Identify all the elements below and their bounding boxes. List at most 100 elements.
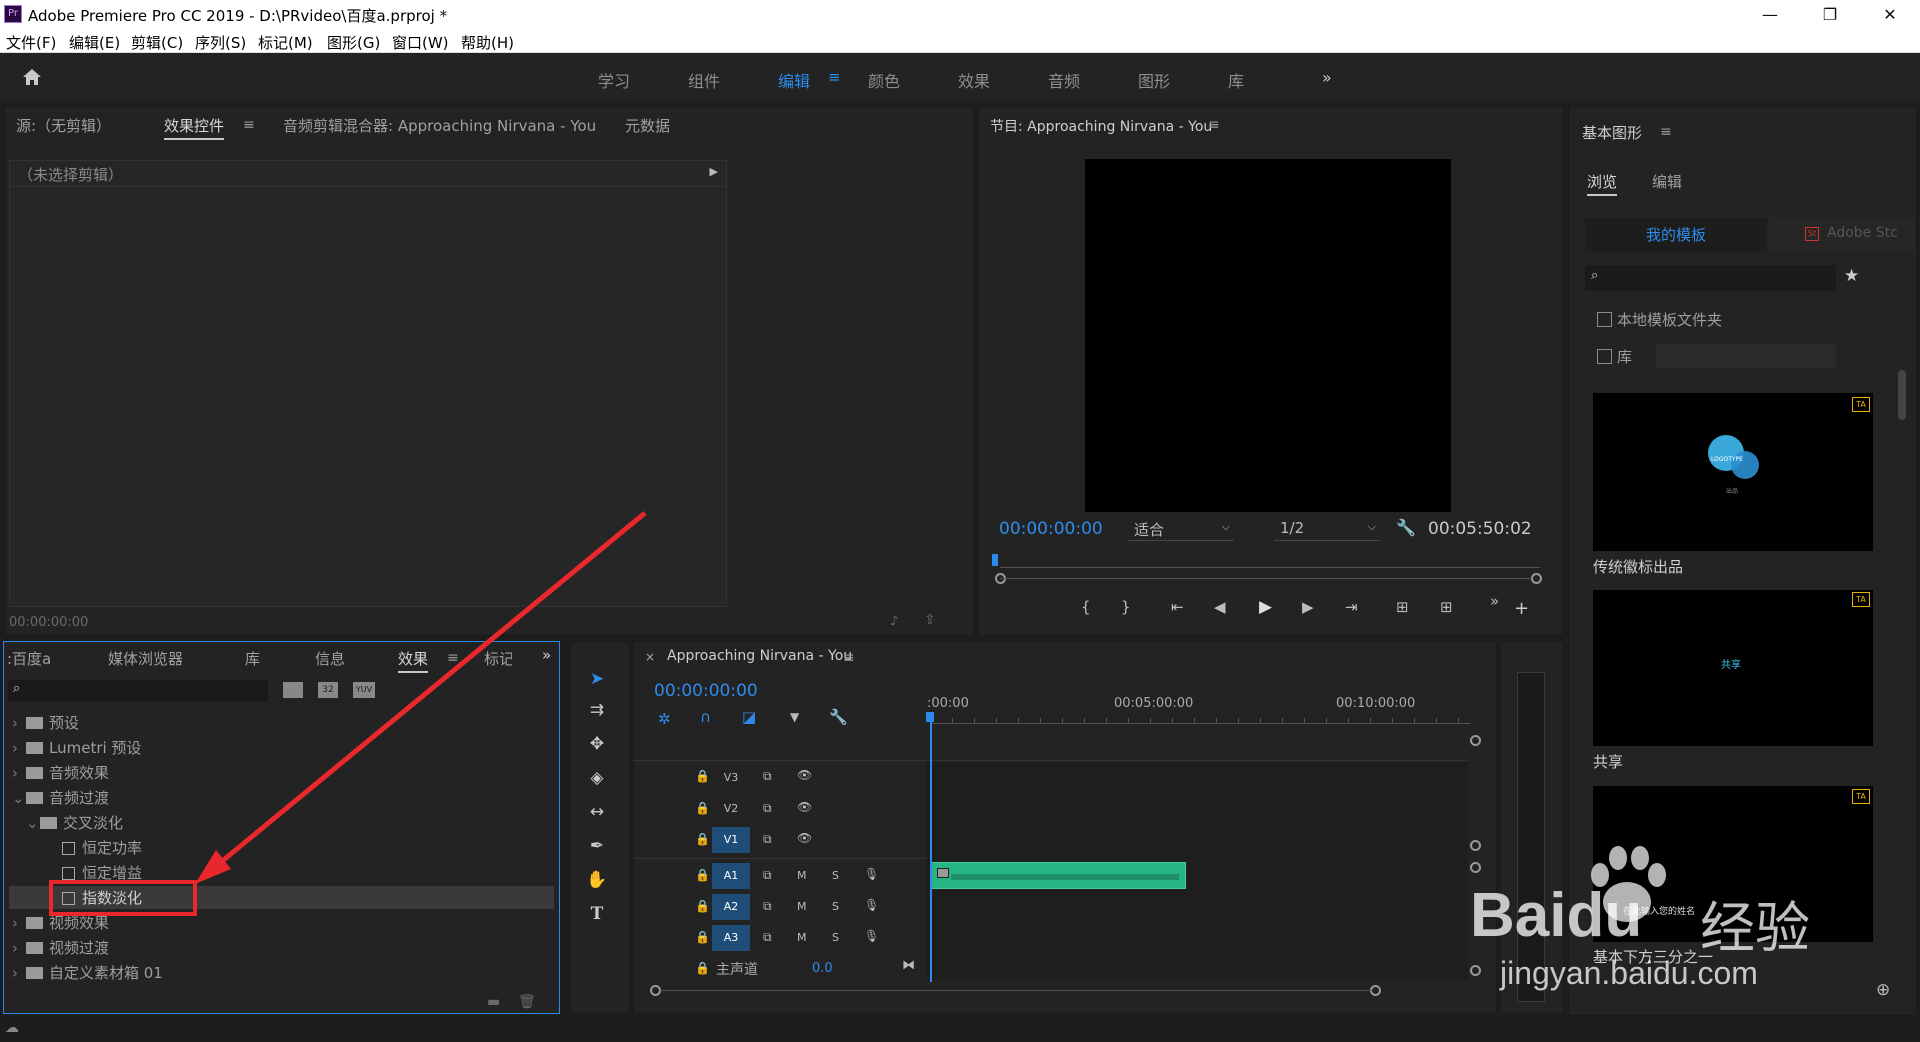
close-tab-icon[interactable]: × [645, 650, 655, 664]
program-menu-icon[interactable]: ≡ [1208, 117, 1220, 133]
extract-icon[interactable]: ⊞ [1440, 598, 1453, 616]
program-title[interactable]: 节目: Approaching Nirvana - You [990, 116, 1212, 138]
effects-search-input[interactable]: ⌕ [8, 680, 268, 702]
effects-folder-custom-bin[interactable]: › 自定义素材箱 01 [12, 962, 163, 984]
essential-graphics-menu-icon[interactable]: ≡ [1660, 124, 1672, 140]
template-thumb-share[interactable]: 共享 [1593, 590, 1873, 746]
tab-info[interactable]: 信息 [315, 648, 345, 669]
workspace-libraries[interactable]: 库 [1228, 68, 1244, 92]
step-forward-icon[interactable]: ▶ [1302, 598, 1314, 616]
workspace-audio[interactable]: 音频 [1048, 68, 1080, 92]
lift-icon[interactable]: ⊞ [1396, 598, 1409, 616]
tab-project[interactable]: :百度a [7, 648, 51, 669]
add-marker-icon[interactable]: ▼ [790, 710, 799, 724]
more-buttons-icon[interactable]: » [1490, 592, 1499, 610]
timeline-menu-icon[interactable]: ≡ [843, 650, 855, 666]
solo-button[interactable]: S [832, 900, 839, 913]
selection-tool-icon[interactable]: ➤ [584, 666, 610, 692]
lock-icon[interactable]: 🔒 [695, 930, 710, 944]
program-scrub-bar[interactable] [1000, 567, 1540, 568]
program-playhead[interactable] [992, 554, 998, 566]
nest-toggle-icon[interactable]: ✲ [658, 710, 671, 728]
eye-icon[interactable]: 👁 [797, 800, 812, 814]
wrench-icon[interactable]: 🔧 [1396, 518, 1416, 537]
timeline-timecode[interactable]: 00:00:00:00 [654, 681, 758, 701]
zoom-handle-right[interactable] [1531, 573, 1542, 584]
sequence-tab[interactable]: Approaching Nirvana - You [667, 648, 852, 664]
tab-audio-clip-mixer[interactable]: 音频剪辑混合器: Approaching Nirvana - You [283, 115, 596, 136]
mark-in-icon[interactable]: { [1081, 598, 1091, 616]
effects-folder-crossfade[interactable]: ⌄ 交叉淡化 [26, 812, 123, 834]
home-icon[interactable] [22, 68, 42, 86]
tab-media-browser[interactable]: 媒体浏览器 [108, 648, 183, 669]
menu-graphics[interactable]: 图形(G) [327, 32, 380, 53]
essential-graphics-title[interactable]: 基本图形 [1582, 122, 1642, 143]
lock-icon[interactable]: 🔒 [695, 832, 710, 846]
workspace-color[interactable]: 颜色 [868, 68, 900, 92]
program-timecode[interactable]: 00:00:00:00 [999, 519, 1103, 539]
lock-icon[interactable]: 🔒 [695, 769, 710, 783]
effects-folder-audio-transitions[interactable]: ⌄ 音频过渡 [12, 787, 109, 809]
minimize-button[interactable]: — [1742, 0, 1798, 29]
tab-source[interactable]: 源:（无剪辑） [16, 115, 111, 136]
vertical-zoom-handle[interactable] [1470, 862, 1481, 873]
lock-icon[interactable]: 🔒 [695, 961, 710, 975]
32bit-effects-icon[interactable]: 32 [318, 682, 338, 698]
track-v2[interactable]: V2 [712, 796, 750, 822]
master-volume-value[interactable]: 0.0 [812, 961, 833, 976]
mute-button[interactable]: M [797, 931, 807, 944]
timeline-settings-icon[interactable]: 🔧 [829, 708, 848, 726]
panel-scrollbar[interactable] [1898, 370, 1906, 420]
tab-edit[interactable]: 编辑 [1652, 171, 1682, 192]
tab-adobe-stock[interactable]: St Adobe Stc [1769, 218, 1915, 252]
toggle-sync-icon[interactable]: ⧉ [763, 801, 772, 816]
tab-my-templates[interactable]: 我的模板 [1585, 218, 1767, 252]
workspace-editing[interactable]: 编辑 [778, 68, 810, 92]
menu-edit[interactable]: 编辑(E) [69, 32, 120, 53]
effects-folder-presets[interactable]: › 预设 [12, 712, 79, 734]
creative-cloud-icon[interactable]: ☁ [5, 1020, 19, 1036]
play-audio-icon[interactable]: ♪ [890, 614, 898, 629]
effects-folder-lumetri[interactable]: › Lumetri 预设 [12, 737, 141, 759]
track-a2[interactable]: A2 [712, 894, 750, 920]
linked-selection-icon[interactable]: ◪ [742, 708, 756, 726]
effects-menu-icon[interactable]: ≡ [447, 650, 459, 666]
tab-effects[interactable]: 效果 [398, 648, 429, 673]
more-workspaces-icon[interactable]: » [1322, 68, 1332, 87]
effects-folder-video-transitions[interactable]: › 视频过渡 [12, 937, 109, 959]
menu-marker[interactable]: 标记(M) [258, 32, 313, 53]
toggle-sync-icon[interactable]: ⧉ [763, 832, 772, 847]
effects-folder-audio-effects[interactable]: › 音频效果 [12, 762, 109, 784]
menu-file[interactable]: 文件(F) [6, 32, 56, 53]
mark-out-icon[interactable]: } [1121, 598, 1131, 616]
library-checkbox[interactable]: 库 [1597, 346, 1632, 367]
type-tool-icon[interactable]: T [584, 901, 610, 927]
vertical-zoom-handle[interactable] [1470, 965, 1481, 976]
effect-constant-power[interactable]: 恒定功率 [62, 837, 142, 859]
workspace-graphics[interactable]: 图形 [1138, 68, 1170, 92]
toggle-sync-icon[interactable]: ⧉ [763, 899, 772, 914]
ripple-edit-tool-icon[interactable]: ✥ [584, 731, 610, 757]
export-frame-icon[interactable]: ⇪ [924, 612, 936, 628]
hand-tool-icon[interactable]: ✋ [584, 867, 610, 893]
library-dropdown[interactable] [1656, 344, 1836, 368]
add-button-icon[interactable]: + [1514, 598, 1529, 619]
lock-icon[interactable]: 🔒 [695, 868, 710, 882]
step-back-icon[interactable]: ◀ [1214, 598, 1226, 616]
close-button[interactable]: ✕ [1862, 0, 1918, 29]
razor-tool-icon[interactable]: ◈ [584, 765, 610, 791]
tab-browse[interactable]: 浏览 [1587, 171, 1618, 196]
snap-icon[interactable]: ∩ [700, 708, 711, 726]
mute-button[interactable]: M [797, 869, 807, 882]
menu-clip[interactable]: 剪辑(C) [131, 32, 183, 53]
menu-sequence[interactable]: 序列(S) [195, 32, 246, 53]
menu-help[interactable]: 帮助(H) [461, 32, 514, 53]
template-thumb-logo[interactable]: LOGOTYPE 出品 [1593, 393, 1873, 551]
panel-menu-icon[interactable]: ≡ [243, 117, 255, 133]
accelerated-effects-icon[interactable] [283, 682, 303, 698]
eye-icon[interactable]: 👁 [797, 768, 812, 782]
vertical-zoom-handle[interactable] [1470, 840, 1481, 851]
toggle-sync-icon[interactable]: ⧉ [763, 868, 772, 883]
microphone-icon[interactable]: 🎙 [864, 898, 879, 912]
lock-icon[interactable]: 🔒 [695, 801, 710, 815]
